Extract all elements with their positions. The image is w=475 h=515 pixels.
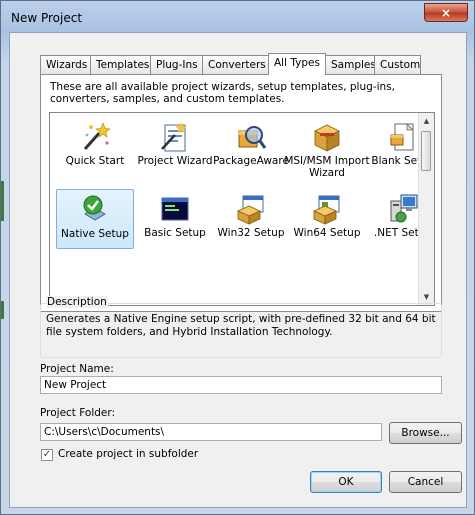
tab-label: Wizards <box>46 59 88 71</box>
browse-button[interactable]: Browse... <box>389 422 462 444</box>
tab-label: Converters <box>208 59 266 71</box>
blank-setup-icon <box>390 123 414 151</box>
list-item-msi-msm-import-wizard[interactable]: MSI/MSM Import Wizard <box>284 117 370 179</box>
win64-box-icon <box>313 195 340 225</box>
magnifier-package-icon <box>238 126 267 149</box>
list-item-win64-setup[interactable]: Win64 Setup <box>288 189 366 249</box>
tab-wizards[interactable]: Wizards <box>40 55 91 74</box>
tab-templates[interactable]: Templates <box>90 55 151 74</box>
close-button[interactable]: × <box>424 3 468 22</box>
all-types-panel: These are all available project wizards,… <box>40 74 442 312</box>
tab-converters[interactable]: Converters <box>202 55 269 74</box>
list-vertical-scrollbar[interactable]: ▲ ▼ <box>418 113 434 305</box>
tab-label: Plug-Ins <box>156 59 198 71</box>
tab-label: Samples <box>331 59 376 71</box>
box-import-icon <box>314 124 340 152</box>
subfolder-checkbox[interactable]: ✓ <box>41 449 53 461</box>
background-edge <box>1 301 4 319</box>
check-icon: ✓ <box>42 449 52 460</box>
close-icon: × <box>440 6 452 20</box>
new-project-dialog: New Project × Wizards Templates Plug-Ins… <box>0 0 475 515</box>
tab-samples[interactable]: Samples <box>325 55 376 74</box>
wizard-document-icon <box>161 122 187 152</box>
list-item-native-setup[interactable]: Native Setup <box>56 189 134 249</box>
window-title: New Project <box>11 11 83 25</box>
project-name-label: Project Name: <box>40 363 114 375</box>
list-item-win32-setup[interactable]: Win32 Setup <box>212 189 290 249</box>
project-type-list[interactable]: Quick Start Project Wizard PackageAware … <box>49 112 435 306</box>
list-item-quick-start[interactable]: Quick Start <box>56 117 134 177</box>
tab-label: Custom <box>380 59 421 71</box>
list-item-basic-setup[interactable]: Basic Setup <box>136 189 214 249</box>
panel-description: These are all available project wizards,… <box>50 81 395 105</box>
tab-plug-ins[interactable]: Plug-Ins <box>150 55 203 74</box>
win32-box-icon <box>237 195 264 225</box>
description-group: Description Generates a Native Engine se… <box>40 296 442 358</box>
scroll-up-icon[interactable]: ▲ <box>419 113 434 129</box>
tab-custom[interactable]: Custom <box>374 55 421 74</box>
subfolder-label[interactable]: Create project in subfolder <box>58 448 198 460</box>
cancel-button[interactable]: Cancel <box>389 471 462 493</box>
title-bar[interactable]: New Project × <box>1 1 474 33</box>
magic-wand-icon <box>83 122 111 150</box>
description-title: Description <box>46 296 108 308</box>
project-name-input[interactable]: New Project <box>40 376 442 394</box>
tab-label: Templates <box>96 59 150 71</box>
ok-button[interactable]: OK <box>310 471 382 493</box>
dotnet-computer-icon <box>390 194 418 223</box>
tab-label: All Types <box>274 57 320 69</box>
background-edge <box>1 181 4 221</box>
project-folder-label: Project Folder: <box>40 407 116 419</box>
console-window-icon <box>161 197 189 221</box>
list-item-project-wizard[interactable]: Project Wizard <box>136 117 214 177</box>
dialog-client-area: Wizards Templates Plug-Ins Converters Al… <box>9 32 467 508</box>
tab-all-types[interactable]: All Types <box>268 53 326 75</box>
scroll-thumb[interactable] <box>421 131 431 171</box>
native-setup-icon <box>83 195 106 221</box>
project-folder-input[interactable]: C:\Users\c\Documents\ <box>40 423 382 441</box>
description-text: Generates a Native Engine setup script, … <box>46 313 436 338</box>
